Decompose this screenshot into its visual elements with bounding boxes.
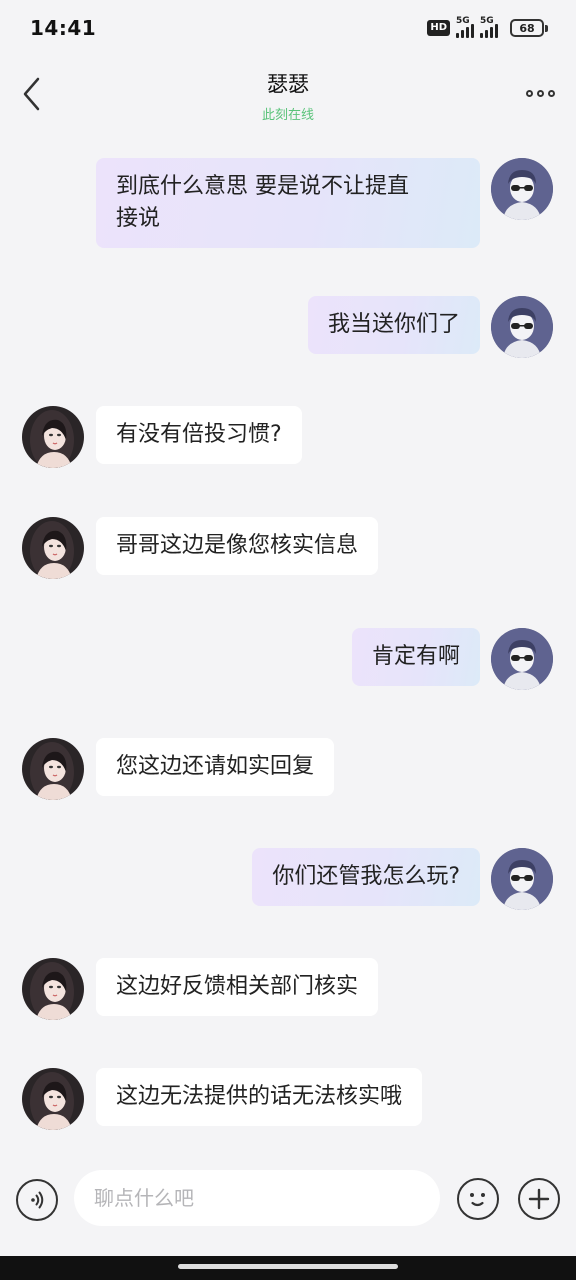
battery-icon: 68	[510, 19, 548, 37]
my-message-bubble[interactable]: 你们还管我怎么玩?	[252, 848, 480, 906]
input-bar	[0, 1160, 576, 1240]
my-avatar[interactable]	[491, 628, 553, 690]
emoji-icon	[470, 1193, 485, 1207]
chat-title: 瑟瑟	[267, 72, 309, 96]
status-bar: 14:41 HD 5G 5G 68	[0, 0, 576, 56]
plus-icon	[528, 1188, 550, 1210]
contact-avatar[interactable]	[22, 738, 84, 800]
message-list[interactable]: 到底什么意思 要是说不让提直 接说 我当送你们了 有没有倍投习惯? 哥哥这边是像…	[0, 150, 576, 1155]
my-message-bubble[interactable]: 我当送你们了	[307, 296, 480, 354]
contact-avatar[interactable]	[22, 517, 84, 579]
status-time: 14:41	[30, 16, 97, 40]
more-button[interactable]	[522, 78, 558, 108]
more-dots-icon	[525, 89, 533, 97]
add-button[interactable]	[518, 1178, 560, 1220]
my-avatar[interactable]	[491, 296, 553, 358]
online-status: 此刻在线	[261, 108, 314, 123]
signal-icon-2: 5G	[480, 16, 498, 38]
my-avatar[interactable]	[491, 158, 553, 220]
voice-button[interactable]	[16, 1179, 58, 1221]
contact-avatar[interactable]	[22, 958, 84, 1020]
contact-message-bubble[interactable]: 这边好反馈相关部门核实	[96, 958, 379, 1016]
status-icons: HD 5G 5G 68	[427, 16, 548, 38]
contact-avatar[interactable]	[22, 1068, 84, 1130]
navigation-bar	[0, 1256, 576, 1280]
contact-message-bubble[interactable]: 这边无法提供的话无法核实哦	[96, 1068, 423, 1126]
emoji-button[interactable]	[457, 1178, 499, 1220]
hd-badge: HD	[427, 20, 450, 36]
battery-level: 68	[510, 19, 544, 37]
chat-header: 瑟瑟 此刻在线	[0, 56, 576, 136]
contact-message-bubble[interactable]: 有没有倍投习惯?	[96, 406, 302, 464]
contact-message-bubble[interactable]: 哥哥这边是像您核实信息	[96, 517, 379, 575]
contact-avatar[interactable]	[22, 406, 84, 468]
chat-title-group: 瑟瑟 此刻在线	[0, 68, 576, 123]
contact-message-bubble[interactable]: 您这边还请如实回复	[96, 738, 335, 796]
my-avatar[interactable]	[491, 848, 553, 910]
message-input[interactable]	[74, 1170, 440, 1226]
home-indicator[interactable]	[178, 1264, 398, 1269]
my-message-bubble[interactable]: 到底什么意思 要是说不让提直 接说	[96, 158, 480, 248]
voice-icon	[31, 1191, 44, 1209]
my-message-bubble[interactable]: 肯定有啊	[351, 628, 480, 686]
signal-icon: 5G	[456, 16, 474, 38]
